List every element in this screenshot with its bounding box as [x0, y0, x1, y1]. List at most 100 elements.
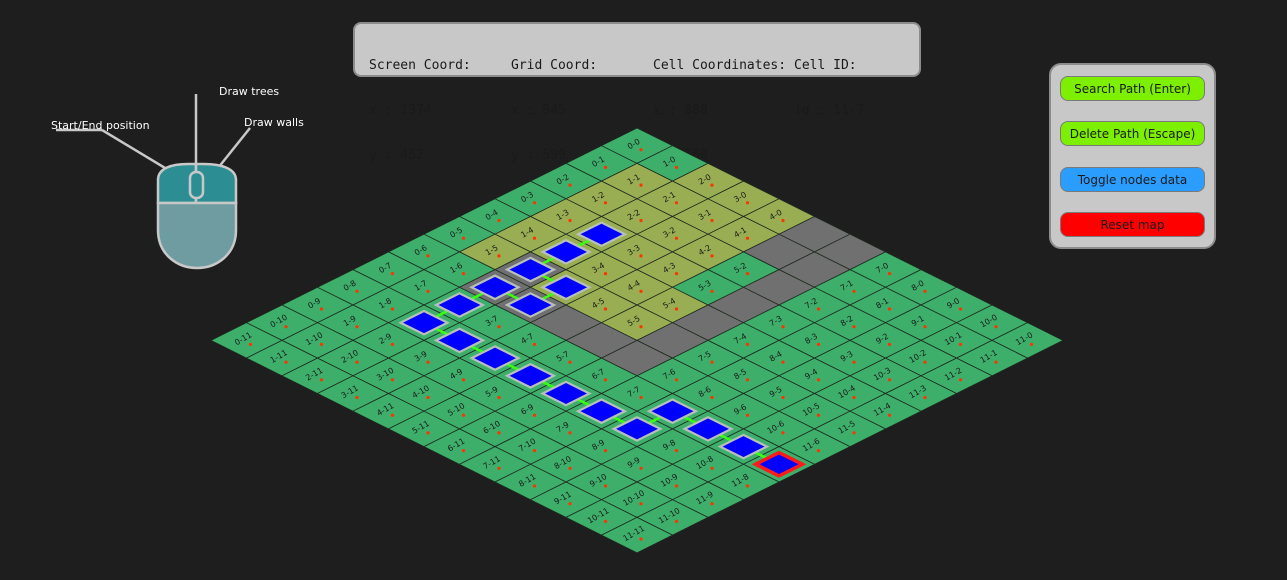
cell-dot	[852, 325, 856, 329]
cell-dot	[426, 395, 430, 400]
cell-dot	[852, 289, 856, 293]
cell-dot	[603, 307, 608, 311]
cell-dot	[603, 449, 608, 453]
cell-dot	[532, 484, 537, 488]
cell-dot	[1029, 342, 1034, 346]
cell-dot	[319, 307, 324, 311]
cell-dot	[248, 342, 253, 346]
cell-dot	[887, 413, 892, 417]
cell-dot	[603, 165, 608, 169]
cell-dot	[639, 395, 643, 400]
cell-dot	[816, 342, 821, 346]
cell-dot	[639, 183, 643, 187]
cell-dot	[923, 289, 927, 293]
cell-dot	[639, 218, 643, 223]
cell-dot	[461, 413, 466, 417]
cell-dot	[994, 325, 998, 329]
cell-dot	[674, 307, 679, 311]
cell-dot	[497, 254, 501, 258]
cell-dot	[852, 431, 856, 435]
cell-dot	[532, 413, 537, 417]
cell-dot	[674, 165, 679, 169]
cell-dot	[497, 395, 501, 400]
cell-dot	[355, 360, 359, 364]
cell-dot	[568, 218, 572, 223]
cell-dot	[390, 378, 395, 382]
cell-dot	[816, 413, 821, 417]
cell-dot	[355, 325, 359, 329]
cell-dot	[284, 325, 288, 329]
cell-dot	[923, 395, 927, 400]
cell-dot	[781, 218, 785, 223]
cell-dot	[710, 218, 714, 223]
cell-dot	[958, 378, 963, 382]
cell-dot	[568, 431, 572, 435]
cell-dot	[710, 183, 714, 187]
cell-dot	[710, 466, 714, 470]
cell-dot	[887, 272, 892, 276]
cell-dot	[390, 413, 395, 417]
cell-dot	[319, 378, 324, 382]
cell-dot	[852, 395, 856, 400]
isometric-grid-map[interactable]: 0-00-10-20-30-40-50-60-70-80-90-100-111-…	[0, 0, 1287, 580]
cell-dot	[426, 360, 430, 364]
cell-dot	[710, 289, 714, 293]
cell-dot	[461, 449, 466, 453]
cell-dot	[816, 307, 821, 311]
cell-dot	[426, 289, 430, 293]
cell-dot	[497, 325, 501, 329]
cell-dot	[710, 395, 714, 400]
cell-dot	[639, 466, 643, 470]
cell-dot	[745, 378, 750, 382]
cell-dot	[568, 502, 572, 506]
cell-dot	[710, 360, 714, 364]
cell-dot	[674, 484, 679, 488]
cell-dot	[603, 378, 608, 382]
cell-dot	[390, 342, 395, 346]
cell-dot	[355, 289, 359, 293]
cell-dot	[674, 236, 679, 240]
cell-dot	[461, 236, 466, 240]
cell-dot	[852, 360, 856, 364]
cell-dot	[568, 183, 572, 187]
cell-dot	[923, 325, 927, 329]
cell-dot	[603, 201, 608, 205]
cell-dot	[568, 360, 572, 364]
cell-dot	[532, 201, 537, 205]
cell-dot	[639, 254, 643, 258]
cell-dot	[781, 431, 785, 435]
cell-dot	[497, 218, 501, 223]
cell-dot	[497, 466, 501, 470]
cell-dot	[710, 254, 714, 258]
cell-dot	[674, 449, 679, 453]
cell-dot	[639, 502, 643, 506]
cell-dot	[887, 378, 892, 382]
cell-dot	[674, 272, 679, 276]
cell-dot	[781, 360, 785, 364]
cell-dot	[745, 342, 750, 346]
cell-dot	[710, 502, 714, 506]
cell-dot	[532, 449, 537, 453]
cell-dot	[532, 342, 537, 346]
cell-dot	[603, 272, 608, 276]
cell-dot	[319, 342, 324, 346]
cell-dot	[816, 378, 821, 382]
cell-dot	[745, 236, 750, 240]
grid-tiles[interactable]	[210, 127, 1064, 554]
cell-dot	[461, 272, 466, 276]
cell-dot	[603, 484, 608, 488]
cell-dot	[781, 395, 785, 400]
cell-dot	[958, 307, 963, 311]
cell-dot	[426, 254, 430, 258]
cell-dot	[781, 325, 785, 329]
cell-dot	[745, 413, 750, 417]
cell-dot	[639, 537, 643, 541]
cell-dot	[355, 395, 359, 400]
cell-dot	[745, 272, 750, 276]
cell-dot	[958, 342, 963, 346]
cell-dot	[639, 325, 643, 329]
cell-dot	[639, 148, 643, 152]
cell-dot	[639, 289, 643, 293]
cell-dot	[816, 449, 821, 453]
cell-dot	[426, 431, 430, 435]
